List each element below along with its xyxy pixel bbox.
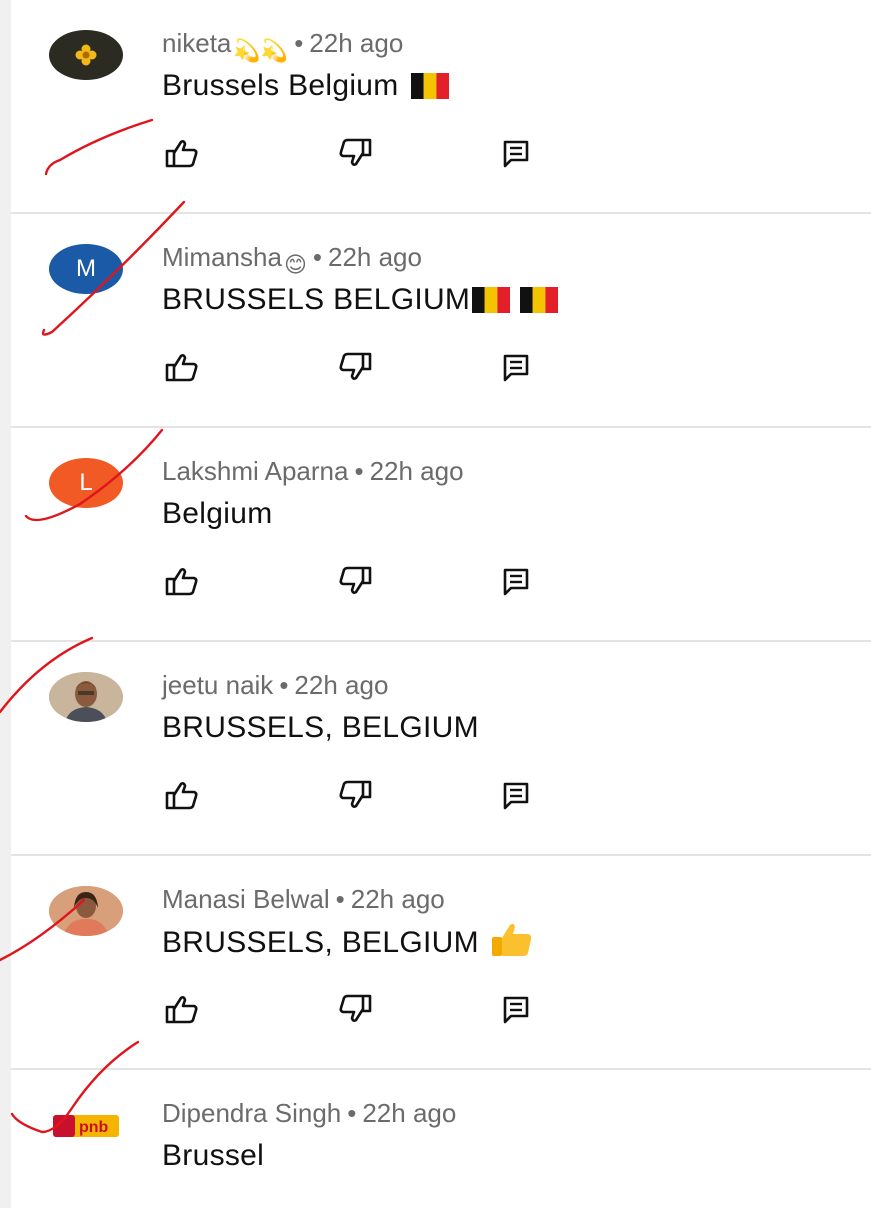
author-emoji: 😊 <box>283 252 307 277</box>
meta-separator: • <box>312 242 322 272</box>
meta-separator: • <box>347 1098 357 1128</box>
person-photo-avatar <box>49 886 123 936</box>
flower-avatar-image <box>75 44 97 66</box>
reply-comment-icon <box>503 782 529 810</box>
dislike-button[interactable] <box>335 136 375 170</box>
dislike-button[interactable] <box>335 778 375 812</box>
meta-separator: • <box>294 28 304 58</box>
comment-meta: niketa💫💫 • 22h ago <box>162 26 403 68</box>
comment-time: 22h ago <box>350 884 445 914</box>
reply-comment-icon <box>503 996 529 1024</box>
comment-meta: Manasi Belwal • 22h ago <box>162 882 445 916</box>
avatar[interactable]: pnb <box>49 1100 123 1150</box>
comment-actions <box>162 564 562 598</box>
thumbs-up-emoji-icon <box>491 923 531 956</box>
avatar[interactable] <box>49 672 123 722</box>
belgium-flag-icon <box>520 287 559 313</box>
comment-item: L Lakshmi Aparna • 22h ago Belgium <box>11 428 871 642</box>
avatar[interactable] <box>49 30 123 80</box>
left-edge-strip <box>0 0 11 1208</box>
comment-meta: Mimansha😊 • 22h ago <box>162 240 422 282</box>
comment-item: pnb Dipendra Singh • 22h ago Brussel <box>11 1070 871 1208</box>
reply-button[interactable] <box>496 136 536 170</box>
like-button[interactable] <box>162 778 202 812</box>
comment-text-content: Brussels Belgium <box>162 69 399 102</box>
avatar-letter: L <box>79 469 93 496</box>
comment-actions <box>162 136 562 170</box>
meta-separator: • <box>354 456 364 486</box>
like-button[interactable] <box>162 136 202 170</box>
like-button[interactable] <box>162 564 202 598</box>
comment-actions <box>162 778 562 812</box>
comment-text-content: Brussel <box>162 1139 265 1172</box>
thumbs-down-icon <box>339 138 372 166</box>
comment-meta: jeetu naik • 22h ago <box>162 668 388 702</box>
belgium-flag-icon <box>472 287 511 313</box>
author-name[interactable]: Lakshmi Aparna <box>162 456 348 486</box>
comment-time: 22h ago <box>309 28 404 58</box>
comment-time: 22h ago <box>362 1098 457 1128</box>
comment-text: Brussels Belgium <box>162 66 450 106</box>
avatar[interactable]: M <box>49 244 123 294</box>
comment-text: Brussel <box>162 1136 264 1176</box>
comment-meta: Lakshmi Aparna • 22h ago <box>162 454 464 488</box>
comment-text-content: Belgium <box>162 497 273 530</box>
comment-item: M Mimansha😊 • 22h ago BRUSSELS BELGIUM <box>11 214 871 428</box>
thumbs-down-icon <box>339 352 372 380</box>
thumbs-up-icon <box>165 568 198 596</box>
reply-button[interactable] <box>496 992 536 1026</box>
pnb-logo-text: pnb <box>79 1119 109 1136</box>
comment-time: 22h ago <box>294 670 389 700</box>
comment-text-content: BRUSSELS, BELGIUM <box>162 711 479 744</box>
reply-button[interactable] <box>496 350 536 384</box>
author-name[interactable]: jeetu naik <box>162 670 273 700</box>
like-button[interactable] <box>162 992 202 1026</box>
author-name[interactable]: Manasi Belwal <box>162 884 330 914</box>
comment-text: BRUSSELS, BELGIUM <box>162 922 534 963</box>
meta-separator: • <box>279 670 289 700</box>
reply-button[interactable] <box>496 564 536 598</box>
meta-separator: • <box>335 884 345 914</box>
thumbs-up-icon <box>165 996 198 1024</box>
comment-text: BRUSSELS BELGIUM <box>162 280 559 320</box>
comment-text: Belgium <box>162 494 272 534</box>
author-name[interactable]: Mimansha <box>162 242 282 272</box>
dislike-button[interactable] <box>335 992 375 1026</box>
reply-comment-icon <box>503 354 529 382</box>
comment-time: 22h ago <box>327 242 422 272</box>
avatar[interactable] <box>49 886 123 936</box>
thumbs-down-icon <box>339 994 372 1022</box>
author-emoji: 💫💫 <box>233 38 289 63</box>
comment-item: jeetu naik • 22h ago BRUSSELS, BELGIUM <box>11 642 871 856</box>
comment-actions <box>162 992 562 1026</box>
comment-actions <box>162 350 562 384</box>
thumbs-down-icon <box>339 566 372 594</box>
dislike-button[interactable] <box>335 564 375 598</box>
comment-item: Manasi Belwal • 22h ago BRUSSELS, BELGIUM <box>11 856 871 1070</box>
thumbs-up-icon <box>165 140 198 168</box>
thumbs-up-icon <box>165 354 198 382</box>
reply-button[interactable] <box>496 778 536 812</box>
author-name[interactable]: niketa <box>162 28 231 58</box>
comment-meta: Dipendra Singh • 22h ago <box>162 1096 456 1130</box>
belgium-flag-icon <box>411 73 450 99</box>
person-photo-avatar <box>49 672 123 722</box>
avatar[interactable]: L <box>49 458 123 508</box>
thumbs-up-icon <box>165 782 198 810</box>
like-button[interactable] <box>162 350 202 384</box>
reply-comment-icon <box>503 568 529 596</box>
reply-comment-icon <box>503 140 529 168</box>
thumbs-down-icon <box>339 780 372 808</box>
comment-time: 22h ago <box>369 456 464 486</box>
avatar-letter: M <box>76 255 96 282</box>
comment-text-content: BRUSSELS, BELGIUM <box>162 926 479 959</box>
comment-item: niketa💫💫 • 22h ago Brussels Belgium <box>11 0 871 214</box>
author-name[interactable]: Dipendra Singh <box>162 1098 341 1128</box>
pnb-logo-avatar: pnb <box>53 1115 119 1137</box>
comment-text-content: BRUSSELS BELGIUM <box>162 283 471 316</box>
comment-text: BRUSSELS, BELGIUM <box>162 708 479 748</box>
dislike-button[interactable] <box>335 350 375 384</box>
comments-list: niketa💫💫 • 22h ago Brussels Belgium M Mi… <box>11 0 871 1208</box>
